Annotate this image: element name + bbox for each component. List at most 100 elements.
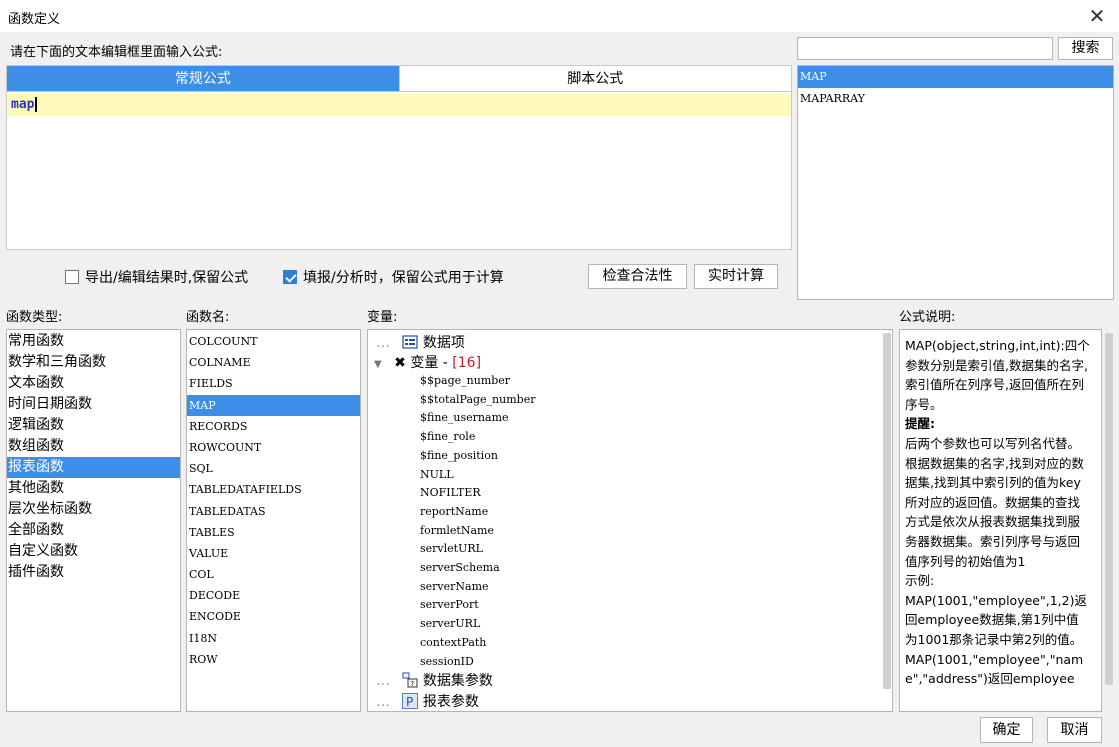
variable-item[interactable]: NULL (420, 468, 454, 481)
function-name-item[interactable]: COLCOUNT (187, 331, 360, 352)
tab-regular-formula[interactable]: 常规公式 (7, 66, 399, 92)
keep-formula-export-checkbox[interactable] (65, 270, 79, 284)
tree-data-item[interactable]: … 数据项 (376, 332, 465, 352)
function-type-item[interactable]: 报表函数 (7, 457, 180, 478)
keep-formula-export-option[interactable]: 导出/编辑结果时,保留公式 (65, 268, 248, 286)
function-names-list: COLCOUNT COLNAME FIELDS MAP RECORDS ROWCOUNT S… (186, 329, 361, 712)
variables-scrollbar[interactable] (883, 333, 891, 689)
function-type-item[interactable]: 文本函数 (7, 373, 180, 394)
variable-item[interactable]: servletURL (420, 542, 483, 555)
text-caret (35, 97, 38, 112)
function-search-input[interactable] (797, 37, 1053, 60)
function-name-item[interactable]: DECODE (187, 585, 360, 606)
data-item-icon (402, 335, 419, 349)
function-types-list: 常用函数 数学和三角函数 文本函数 时间日期函数 逻辑函数 数组函数 报表函数 其他函数 层次坐… (6, 329, 181, 712)
description-scrollbar[interactable] (1105, 333, 1113, 685)
data-item-label: 数据项 (422, 335, 465, 351)
report-params-icon: P (402, 693, 419, 709)
tree-line: … (376, 673, 390, 689)
function-type-item[interactable]: 数学和三角函数 (7, 352, 180, 373)
expand-arrow-icon[interactable]: ▼ (374, 359, 382, 370)
function-name-item[interactable]: MAP (187, 394, 360, 416)
function-name-item[interactable]: ROWCOUNT (187, 437, 360, 458)
variable-item[interactable]: NOFILTER (420, 486, 481, 499)
search-button[interactable]: 搜索 (1058, 37, 1113, 60)
description-line: 提醒: (905, 416, 935, 432)
variable-item[interactable]: sessionID (420, 655, 474, 668)
close-icon[interactable]: ✕ (1083, 2, 1111, 30)
function-name-item[interactable]: VALUE (187, 543, 360, 564)
function-name-item[interactable]: ENCODE (187, 606, 360, 627)
formula-editor-panel: 常规公式 脚本公式 map (6, 65, 792, 250)
formula-description-panel: MAP(object,string,int,int):四个参数分别是索引值,数据… (899, 329, 1102, 712)
formula-tabs: 常规公式 脚本公式 (7, 66, 791, 92)
keep-formula-fill-checkbox[interactable] (283, 270, 297, 284)
tree-line: … (376, 694, 390, 710)
variable-item[interactable]: $$page_number (420, 374, 510, 387)
function-name-item[interactable]: TABLES (187, 522, 360, 543)
realtime-calc-button[interactable]: 实时计算 (694, 264, 778, 289)
function-name-item[interactable]: COLNAME (187, 352, 360, 373)
formula-description-label: 公式说明: (899, 310, 956, 325)
variable-item[interactable]: $fine_position (420, 449, 498, 462)
editor-prompt: 请在下面的文本编辑框里面输入公式: (10, 45, 223, 60)
function-type-item[interactable]: 时间日期函数 (7, 394, 180, 415)
tree-dataset-params[interactable]: … ? 数据集参数 (376, 670, 493, 690)
variable-item[interactable]: $$totalPage_number (420, 393, 535, 406)
function-name-item[interactable]: TABLEDATAS (187, 501, 360, 522)
function-type-item[interactable]: 自定义函数 (7, 541, 180, 562)
tab-script-formula[interactable]: 脚本公式 (398, 66, 791, 92)
variable-item[interactable]: serverSchema (420, 561, 500, 574)
window-title: 函数定义 (8, 12, 61, 27)
tree-report-params[interactable]: … P 报表参数 (376, 691, 479, 711)
svg-text:P: P (406, 695, 413, 709)
check-validity-button[interactable]: 检查合法性 (588, 264, 687, 289)
function-name-item[interactable]: RECORDS (187, 416, 360, 437)
variable-item[interactable]: serverPort (420, 598, 479, 611)
report-params-label: 报表参数 (422, 694, 479, 710)
formula-editor[interactable]: map (7, 94, 791, 116)
tree-variable-group[interactable]: ▼ ✖ 变量 - [16] (374, 352, 481, 372)
variable-item[interactable]: serverName (420, 580, 489, 593)
ok-button[interactable]: 确定 (980, 717, 1033, 743)
function-name-item[interactable]: TABLEDATAFIELDS (187, 479, 360, 500)
function-name-item[interactable]: FIELDS (187, 373, 360, 394)
function-types-label: 函数类型: (6, 310, 63, 325)
formula-text: map (11, 97, 35, 112)
function-type-item[interactable]: 插件函数 (7, 562, 180, 583)
search-result-map[interactable]: MAP (798, 66, 1113, 88)
dataset-params-label: 数据集参数 (422, 673, 493, 689)
description-line: MAP(1001,"employee",1,2)返回employee数据集,第1… (905, 592, 1087, 647)
variable-group-icon: ✖ (394, 355, 406, 371)
variable-group-label: 变量 - (410, 355, 453, 371)
variable-item[interactable]: $fine_role (420, 430, 475, 443)
keep-formula-export-label: 导出/编辑结果时,保留公式 (85, 270, 249, 286)
function-type-item[interactable]: 数组函数 (7, 436, 180, 457)
function-name-item[interactable]: SQL (187, 458, 360, 479)
function-names-label: 函数名: (186, 310, 230, 325)
variable-item[interactable]: contextPath (420, 636, 486, 649)
variable-item[interactable]: formletName (420, 524, 494, 537)
tree-line: … (376, 335, 390, 351)
variable-item[interactable]: reportName (420, 505, 488, 518)
description-line: 后两个参数也可以写列名代替。根据数据集的名字,找到对应的数据集,找到其中索引列的… (905, 435, 1084, 569)
function-type-item[interactable]: 其他函数 (7, 478, 180, 499)
search-results-list: MAP MAPARRAY (797, 65, 1114, 300)
function-type-item[interactable]: 逻辑函数 (7, 415, 180, 436)
function-type-item[interactable]: 层次坐标函数 (7, 499, 180, 520)
keep-formula-fill-option[interactable]: 填报/分析时，保留公式用于计算 (283, 268, 504, 286)
function-name-item[interactable]: I18N (187, 628, 360, 649)
function-type-item[interactable]: 常用函数 (7, 331, 180, 352)
cancel-button[interactable]: 取消 (1047, 717, 1102, 743)
title-bar: 函数定义 ✕ (0, 0, 1119, 32)
function-type-item[interactable]: 全部函数 (7, 520, 180, 541)
variable-group-count: [16] (452, 355, 482, 371)
function-name-item[interactable]: ROW (187, 649, 360, 670)
svg-text:?: ? (411, 680, 415, 688)
function-name-item[interactable]: COL (187, 564, 360, 585)
variable-item[interactable]: serverURL (420, 617, 480, 630)
description-line: 示例: (905, 573, 935, 589)
variable-item[interactable]: $fine_username (420, 411, 509, 424)
search-result-maparray[interactable]: MAPARRAY (798, 88, 1113, 110)
variables-label: 变量: (367, 310, 398, 325)
